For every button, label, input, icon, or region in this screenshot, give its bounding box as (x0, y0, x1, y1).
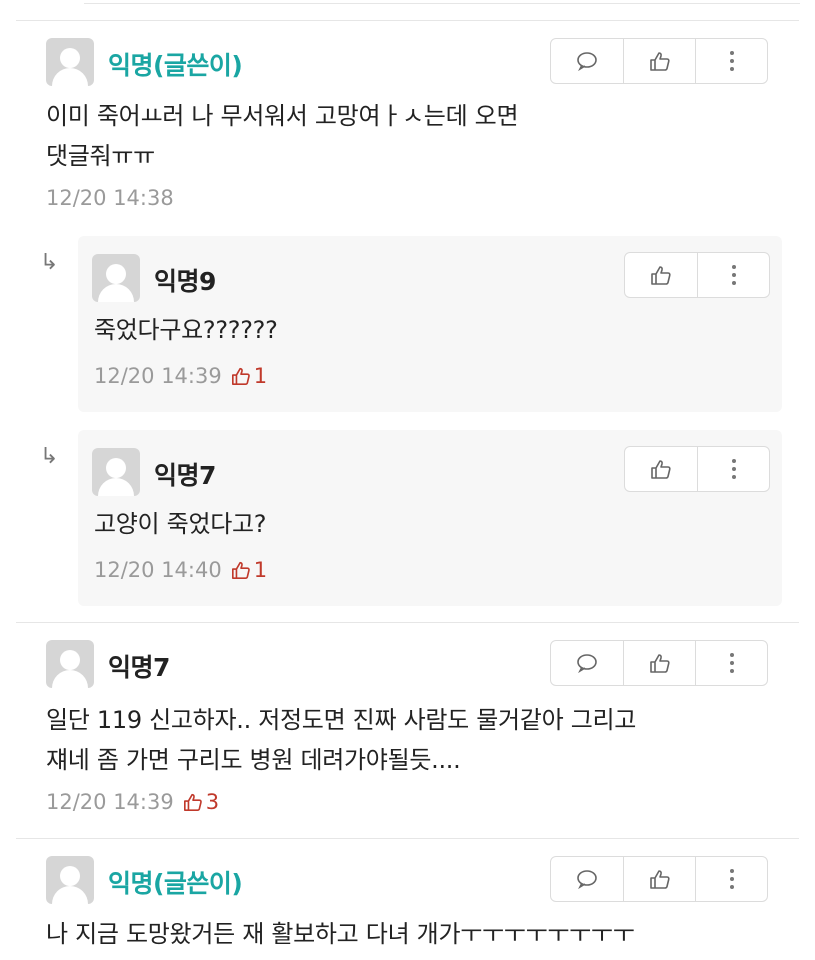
more-button[interactable] (695, 39, 767, 83)
comment-body: 고양이 죽었다고? (94, 510, 267, 538)
comment-body-line: 이미 죽어ㅛ러 나 무서워서 고망여ㅏㅅ는데 오면 (46, 102, 519, 130)
previous-comment-edge (84, 0, 800, 4)
thumbs-up-icon (649, 870, 670, 889)
like-button[interactable] (623, 39, 695, 83)
comment-author: 익명7 (108, 653, 170, 682)
comment-meta: 12/20 14:40 1 (94, 558, 267, 582)
avatar (92, 448, 140, 496)
thumbs-up-icon (183, 793, 202, 811)
vertical-dots-icon (731, 265, 736, 285)
comment-time: 12/20 14:39 (46, 790, 174, 814)
avatar (46, 856, 94, 904)
divider (16, 838, 799, 839)
like-button[interactable] (623, 857, 695, 901)
comment-body-line: 쟤네 좀 가면 구리도 병원 데려가야될듯.... (46, 746, 461, 774)
more-button[interactable] (697, 253, 769, 297)
like-count: 1 (230, 364, 267, 388)
thumbs-up-icon (651, 460, 671, 479)
comment-meta: 12/20 14:39 1 (94, 364, 267, 388)
thumbs-up-icon (231, 367, 250, 385)
reply-button[interactable] (551, 857, 623, 901)
vertical-dots-icon (731, 459, 736, 479)
thumbs-up-icon (231, 561, 250, 579)
like-button[interactable] (623, 641, 695, 685)
comment-actions (624, 252, 770, 298)
more-button[interactable] (697, 447, 769, 491)
comment-actions (550, 640, 768, 686)
vertical-dots-icon (729, 51, 734, 71)
avatar (46, 640, 94, 688)
comment-body: 죽었다구요?????? (94, 316, 278, 344)
like-count-value: 1 (253, 558, 268, 582)
thumbs-up-icon (651, 266, 671, 285)
vertical-dots-icon (729, 869, 734, 889)
like-count-value: 1 (253, 364, 268, 388)
comment-actions (550, 856, 768, 902)
divider (16, 20, 799, 21)
reply-arrow-icon: ↳ (40, 444, 59, 469)
like-count: 3 (182, 790, 219, 814)
like-button[interactable] (625, 447, 697, 491)
reply-item: 익명7 고양이 죽었다고? 12/20 14:40 1 (78, 430, 782, 606)
divider (16, 622, 799, 623)
comment-author: 익명7 (154, 461, 216, 490)
avatar (46, 38, 94, 86)
like-button[interactable] (625, 253, 697, 297)
vertical-dots-icon (729, 653, 734, 673)
reply-arrow-icon: ↳ (40, 250, 59, 275)
reply-button[interactable] (551, 39, 623, 83)
avatar (92, 254, 140, 302)
comment-meta: 12/20 14:39 3 (46, 790, 219, 814)
more-button[interactable] (695, 641, 767, 685)
comment-author: 익명9 (154, 267, 216, 296)
like-count-value: 3 (205, 790, 220, 814)
comment-actions (624, 446, 770, 492)
comment-time: 12/20 14:38 (46, 186, 174, 210)
like-count: 1 (230, 558, 267, 582)
comment-meta: 12/20 14:38 (46, 186, 174, 210)
comment-actions (550, 38, 768, 84)
comment-time: 12/20 14:40 (94, 558, 222, 582)
comment-body-line: 일단 119 신고하자.. 저정도면 진짜 사람도 물거같아 그리고 (46, 706, 637, 734)
comment-author: 익명(글쓴이) (108, 51, 243, 80)
speech-bubble-icon (577, 870, 597, 889)
speech-bubble-icon (577, 654, 597, 673)
comment-time: 12/20 14:39 (94, 364, 222, 388)
comment-body-line: 댓글줘ㅠㅠ (46, 142, 155, 170)
more-button[interactable] (695, 857, 767, 901)
comment-author: 익명(글쓴이) (108, 869, 243, 898)
reply-button[interactable] (551, 641, 623, 685)
thumbs-up-icon (649, 654, 670, 673)
comment-body: 나 지금 도망왔거든 재 활보하고 다녀 개가ㅜㅜㅜㅜㅜㅜㅜㅜ (46, 920, 635, 948)
thumbs-up-icon (649, 52, 670, 71)
reply-item: 익명9 죽었다구요?????? 12/20 14:39 1 (78, 236, 782, 412)
speech-bubble-icon (577, 52, 597, 71)
